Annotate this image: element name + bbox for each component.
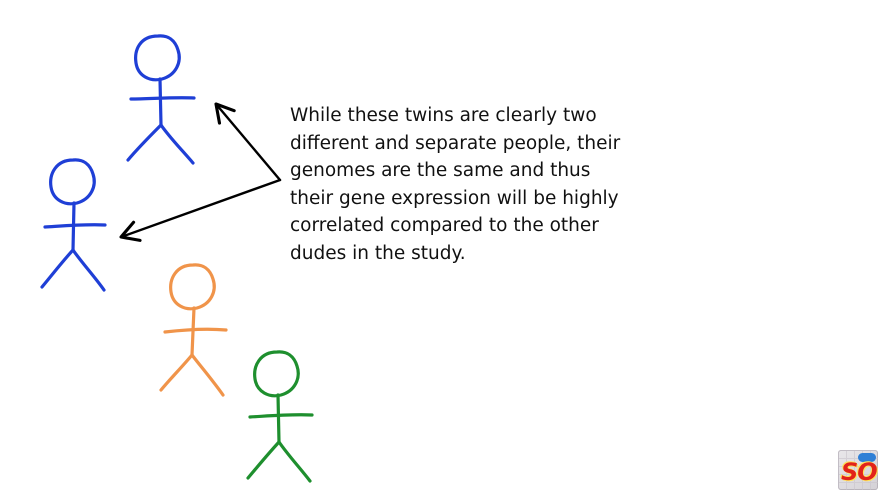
arrow-to-bottom-twin [119, 178, 282, 242]
arrow-to-top-twin [214, 102, 282, 182]
twin-arrows [119, 102, 282, 242]
logo-mark: SO [841, 458, 878, 486]
stick-figure-orange [159, 263, 228, 397]
twin-figure-bottom [40, 158, 107, 292]
twin-figure-top [126, 34, 196, 165]
stick-figure-green [246, 350, 314, 483]
slide: While these twins are clearly two differ… [0, 0, 887, 500]
explanation-text: While these twins are clearly two differ… [290, 105, 621, 264]
so-logo-icon[interactable]: SO [838, 450, 878, 490]
